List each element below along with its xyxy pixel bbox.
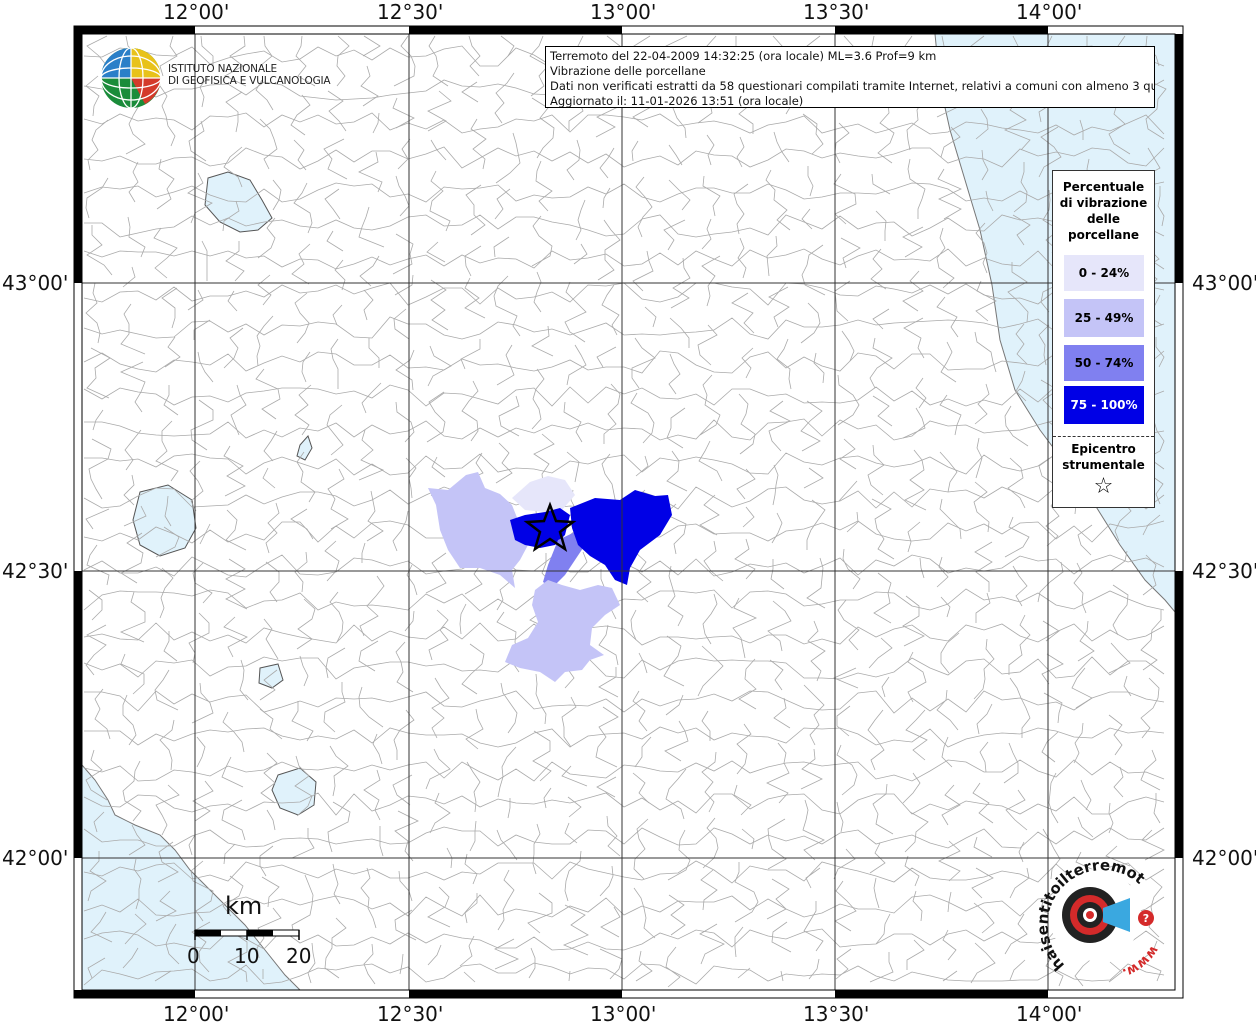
scale-label-20: 20 [286,944,312,968]
legend-title-line-4: porcellane [1067,228,1139,242]
lon-tick-top-4: 14°00' [1016,0,1083,24]
ingv-logo-text: ISTITUTO NAZIONALE DI GEOFISICA E VULCAN… [168,63,331,87]
event-info-line-1: Terremoto del 22-04-2009 14:32:25 (ora l… [550,49,937,63]
scale-label-0: 0 [187,944,200,968]
legend-class-0-24: 0 - 24% [1064,255,1144,291]
lon-tick-top-0: 12°00' [163,0,230,24]
legend-class-25-49: 25 - 49% [1064,299,1144,337]
legend-class-50-74: 50 - 74% [1064,345,1144,381]
legend-title: Percentuale di vibrazione delle porcella… [1053,179,1154,243]
lat-tick-right-2: 42°00' [1192,846,1256,870]
legend: Percentuale di vibrazione delle porcella… [1052,170,1155,508]
ingv-line-2: DI GEOFISICA E VULCANOLOGIA [168,75,331,87]
lat-tick-right-1: 42°30' [1192,559,1256,583]
lon-tick-bottom-1: 12°30' [377,1002,444,1026]
scale-unit: km [225,892,263,920]
lon-tick-top-2: 13°00' [590,0,657,24]
intensity-map: ? haisentitoilterremoto.it www. [0,0,1184,999]
ingv-logo-icon [100,47,162,109]
legend-title-line-3: delle [1086,212,1121,226]
legend-star-icon: ☆ [1093,474,1114,499]
event-info-line-2: Vibrazione delle porcellane [550,64,706,78]
lon-tick-bottom-4: 14°00' [1016,1002,1083,1026]
lat-tick-left-2: 42°00' [2,846,69,870]
event-info-line-3: Dati non verificati estratti da 58 quest… [550,79,1155,93]
legend-class-75-100: 75 - 100% [1064,386,1144,424]
lat-tick-left-0: 43°00' [2,271,69,295]
legend-title-line-2: di vibrazione [1059,196,1148,210]
event-info-box: Terremoto del 22-04-2009 14:32:25 (ora l… [545,46,1155,108]
ingv-line-1: ISTITUTO NAZIONALE [168,63,277,75]
lon-tick-top-1: 12°30' [377,0,444,24]
lon-tick-top-3: 13°30' [803,0,870,24]
lon-tick-bottom-2: 13°00' [590,1002,657,1026]
scale-label-10: 10 [234,944,260,968]
legend-epicenter-line-1: Epicentro [1071,442,1136,456]
legend-epicenter-title: Epicentro strumentale [1053,441,1154,473]
lat-tick-left-1: 42°30' [2,559,69,583]
legend-title-line-1: Percentuale [1062,180,1145,194]
lon-tick-bottom-0: 12°00' [163,1002,230,1026]
legend-epicenter-line-2: strumentale [1062,458,1145,472]
lat-tick-right-0: 43°00' [1192,271,1256,295]
svg-text:?: ? [1143,912,1149,925]
legend-separator [1053,436,1154,437]
lon-tick-bottom-3: 13°30' [803,1002,870,1026]
event-info-line-4: Aggiornato il: 11-01-2026 13:51 (ora loc… [550,94,804,108]
